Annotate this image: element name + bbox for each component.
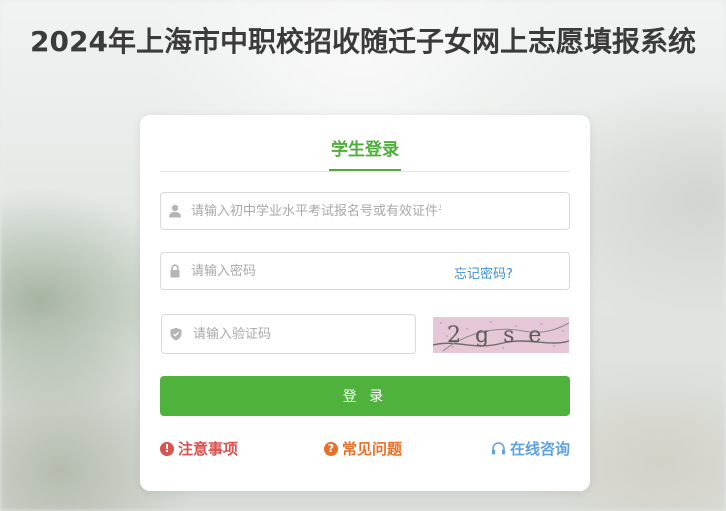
faq-link[interactable]: ? 常见问题 [324, 438, 402, 459]
login-card: 学生登录 忘记密码? [140, 115, 590, 491]
notice-label: 注意事项 [178, 440, 239, 458]
tab-bar: 学生登录 [160, 115, 570, 172]
login-button[interactable]: 登 录 [160, 376, 570, 416]
lock-icon [170, 264, 180, 278]
exclamation-icon: ! [160, 441, 174, 456]
captcha-input[interactable] [193, 315, 403, 353]
password-field[interactable]: 忘记密码? [160, 252, 570, 290]
consult-link[interactable]: 在线咨询 [491, 438, 570, 459]
headset-icon [491, 442, 505, 455]
question-icon: ? [324, 441, 338, 456]
username-input[interactable] [191, 193, 441, 229]
tab-student-login[interactable]: 学生登录 [329, 135, 401, 171]
page-title: 2024年上海市中职校招收随迁子女网上志愿填报系统 [30, 25, 696, 58]
forgot-password-link[interactable]: 忘记密码? [454, 263, 513, 282]
notice-link[interactable]: ! 注意事项 [160, 438, 238, 459]
faq-label: 常见问题 [342, 440, 403, 458]
user-icon [169, 204, 181, 218]
captcha-text: 2gse [447, 323, 555, 348]
captcha-image[interactable]: 2gse [433, 317, 569, 353]
page: 2024年上海市中职校招收随迁子女网上志愿填报系统 学生登录 忘记密码? [0, 0, 726, 511]
password-input[interactable] [191, 253, 441, 289]
shield-icon [170, 327, 182, 341]
username-field[interactable] [160, 192, 570, 230]
consult-label: 在线咨询 [509, 440, 570, 458]
help-links: ! 注意事项 ? 常见问题 在线咨询 [160, 438, 570, 460]
captcha-field[interactable] [161, 314, 416, 354]
